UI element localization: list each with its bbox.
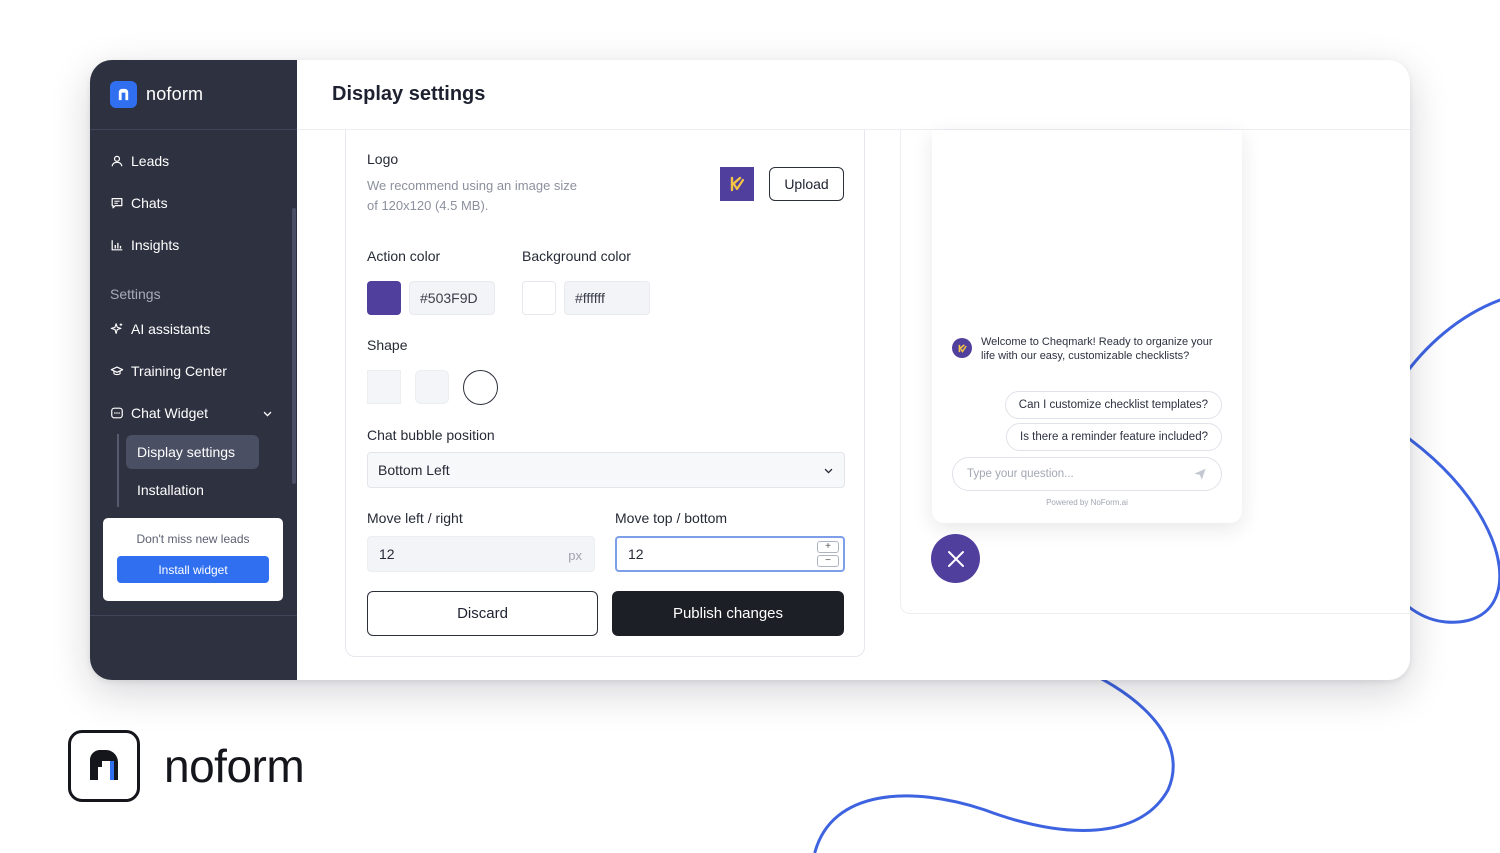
bubble-position-value: Bottom Left bbox=[378, 462, 450, 478]
graduation-cap-icon bbox=[110, 366, 124, 376]
move-top-bottom-label: Move top / bottom bbox=[615, 510, 728, 526]
install-widget-button[interactable]: Install widget bbox=[117, 556, 269, 583]
number-stepper: + − bbox=[817, 541, 839, 567]
shape-option-rounded[interactable] bbox=[415, 370, 449, 404]
chevron-down-icon[interactable] bbox=[262, 408, 273, 419]
noform-logo-icon bbox=[110, 81, 137, 108]
sidebar-item-label: Leads bbox=[131, 153, 170, 169]
topbar: Display settings bbox=[297, 60, 1410, 130]
increment-button[interactable]: + bbox=[817, 541, 839, 553]
sidebar-item-chat-widget[interactable]: Chat Widget bbox=[90, 392, 297, 434]
suggestion-chip[interactable]: Is there a reminder feature included? bbox=[1006, 423, 1222, 451]
footer-brand-name: noform bbox=[164, 740, 305, 792]
main-content: Display settings Logo We recommend using… bbox=[297, 60, 1410, 680]
shape-option-circle[interactable] bbox=[463, 370, 498, 405]
sidebar-item-label: AI assistants bbox=[131, 321, 211, 337]
chat-widget-subnav: Display settings Installation bbox=[117, 434, 297, 507]
suggestion-chip[interactable]: Can I customize checklist templates? bbox=[1004, 391, 1222, 419]
decrement-button[interactable]: − bbox=[817, 555, 839, 567]
close-icon bbox=[947, 550, 964, 567]
sidebar-item-chats[interactable]: Chats bbox=[90, 182, 297, 224]
logo-label: Logo bbox=[367, 151, 399, 167]
sidebar-item-label: Training Center bbox=[131, 363, 227, 379]
chat-input-placeholder: Type your question... bbox=[967, 468, 1074, 480]
action-color-swatch[interactable] bbox=[367, 281, 401, 315]
publish-changes-button[interactable]: Publish changes bbox=[612, 591, 844, 636]
logo-hint-line1: We recommend using an image size bbox=[367, 178, 578, 193]
chat-icon bbox=[111, 198, 123, 209]
bot-message: Welcome to Cheqmark! Ready to organize y… bbox=[952, 336, 1217, 363]
bubble-position-select[interactable]: Bottom Left bbox=[367, 452, 845, 488]
display-settings-form: Logo We recommend using an image size of… bbox=[345, 130, 865, 657]
bar-chart-icon bbox=[111, 240, 123, 251]
sidebar-item-training-center[interactable]: Training Center bbox=[90, 350, 297, 392]
sidebar-section-settings: Settings bbox=[110, 286, 161, 302]
sidebar-item-insights[interactable]: Insights bbox=[90, 224, 297, 266]
move-left-right-label: Move left / right bbox=[367, 510, 463, 526]
send-icon[interactable] bbox=[1193, 467, 1207, 481]
px-unit-label: px bbox=[568, 548, 582, 563]
app-window: noform Leads Chats Insights Settings AI … bbox=[90, 60, 1410, 680]
sidebar-item-label: Chats bbox=[131, 195, 168, 211]
sidebar-item-label: Insights bbox=[131, 237, 180, 253]
background-color-input[interactable]: #ffffff bbox=[564, 281, 650, 315]
close-widget-button[interactable] bbox=[931, 534, 980, 583]
page-title: Display settings bbox=[332, 83, 486, 105]
move-left-right-input[interactable]: 12 px bbox=[367, 536, 595, 572]
discard-button[interactable]: Discard bbox=[367, 591, 598, 636]
background-color-label: Background color bbox=[522, 248, 631, 264]
sidebar-scrollbar[interactable] bbox=[292, 208, 296, 484]
sidebar: noform Leads Chats Insights Settings AI … bbox=[90, 60, 297, 680]
chevron-down-icon bbox=[824, 468, 833, 473]
bot-message-text: Welcome to Cheqmark! Ready to organize y… bbox=[981, 336, 1213, 362]
brand-name: noform bbox=[146, 84, 204, 104]
sidebar-subitem-display-settings[interactable]: Display settings bbox=[126, 435, 259, 469]
shape-option-square[interactable] bbox=[367, 370, 401, 404]
powered-by-text: Powered by NoForm.ai bbox=[1046, 498, 1128, 507]
bot-avatar bbox=[952, 338, 972, 358]
widget-icon bbox=[111, 407, 123, 419]
install-widget-promo: Don't miss new leads Install widget bbox=[103, 518, 283, 601]
cheqmark-logo-icon bbox=[730, 176, 745, 192]
brand-header: noform bbox=[90, 60, 297, 130]
sidebar-subitem-installation[interactable]: Installation bbox=[126, 473, 259, 507]
footer-brand-logo: noform bbox=[68, 730, 305, 802]
sparkle-icon bbox=[110, 323, 123, 334]
shape-label: Shape bbox=[367, 337, 408, 353]
action-color-input[interactable]: #503F9D bbox=[409, 281, 495, 315]
cheqmark-logo-icon bbox=[958, 343, 967, 353]
chat-widget-preview: Welcome to Cheqmark! Ready to organize y… bbox=[932, 130, 1242, 523]
chat-question-input[interactable]: Type your question... bbox=[952, 457, 1222, 491]
move-top-bottom-value: 12 bbox=[628, 546, 644, 562]
sidebar-divider bbox=[90, 615, 297, 616]
move-left-right-value: 12 bbox=[379, 546, 395, 562]
move-top-bottom-input[interactable]: 12 + − bbox=[615, 536, 845, 572]
main-nav: Leads Chats Insights Settings AI assista… bbox=[90, 130, 297, 507]
action-color-label: Action color bbox=[367, 248, 441, 264]
background-color-swatch[interactable] bbox=[522, 281, 556, 315]
sidebar-item-ai-assistants[interactable]: AI assistants bbox=[90, 308, 297, 350]
upload-logo-button[interactable]: Upload bbox=[769, 167, 844, 201]
logo-hint-line2: of 120x120 (4.5 MB). bbox=[367, 198, 489, 213]
bubble-position-label: Chat bubble position bbox=[367, 427, 495, 443]
logo-preview-image bbox=[720, 167, 754, 201]
sidebar-item-leads[interactable]: Leads bbox=[90, 140, 297, 182]
user-icon bbox=[111, 155, 123, 167]
sidebar-item-label: Chat Widget bbox=[131, 405, 209, 421]
noform-logo-icon bbox=[68, 730, 140, 802]
promo-text: Don't miss new leads bbox=[136, 532, 250, 546]
